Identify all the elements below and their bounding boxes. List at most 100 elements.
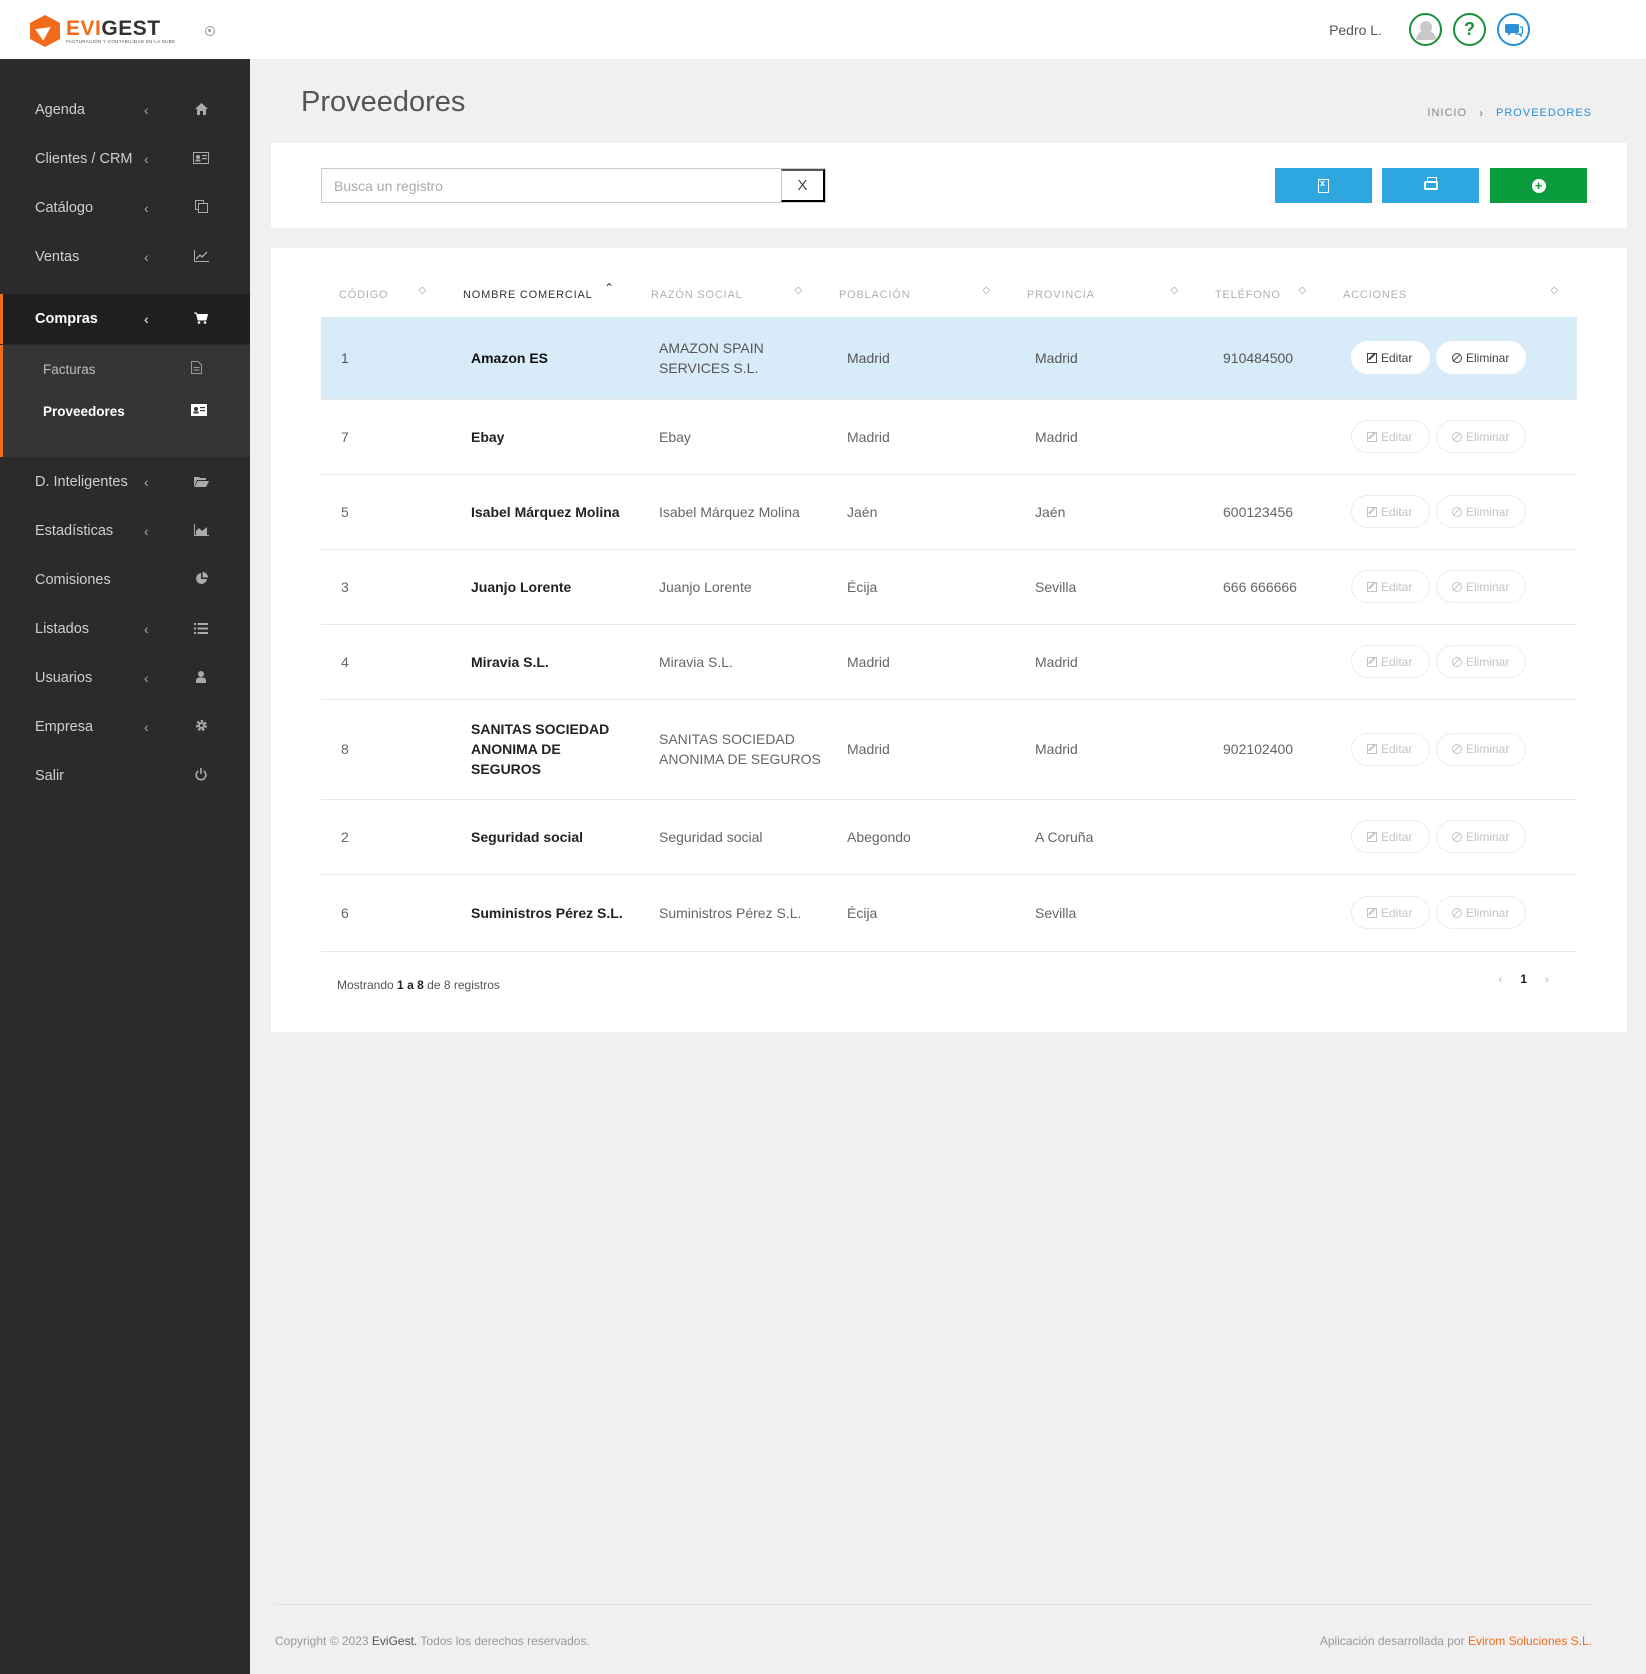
evigest-logo[interactable]: EVIGEST FACTURACIÓN Y CONTABILIDAD EN LA… — [30, 15, 175, 47]
search-clear-button[interactable]: X — [781, 169, 825, 202]
column-header-provincia[interactable]: PROVINCIA ◇ — [1009, 273, 1197, 317]
cell-telefono: 666 666666 — [1197, 549, 1325, 625]
edit-button[interactable]: Editar — [1351, 820, 1430, 853]
delete-button[interactable]: Eliminar — [1436, 570, 1526, 603]
edit-button[interactable]: Editar — [1351, 732, 1430, 766]
pagination-prev-icon[interactable]: ‹ — [1498, 972, 1502, 986]
cart-icon — [192, 312, 210, 327]
delete-button[interactable]: Eliminar — [1436, 495, 1526, 528]
sort-icon: ◇ — [982, 285, 991, 296]
sidebar-item-estadisticas[interactable]: Estadísticas ‹ — [0, 506, 250, 556]
cell-codigo: 8 — [321, 699, 445, 800]
cell-codigo: 3 — [321, 549, 445, 625]
table-row[interactable]: 3 Juanjo Lorente Juanjo Lorente Écija Sevill… — [321, 549, 1577, 625]
cell-nombre-comercial: Miravia S.L. — [445, 624, 633, 700]
sidebar-item-agenda[interactable]: Agenda ‹ — [0, 85, 250, 135]
sidebar-item-empresa[interactable]: Empresa ‹ — [0, 702, 250, 752]
user-name[interactable]: Pedro L. — [1329, 22, 1382, 38]
pagination-page-1[interactable]: 1 — [1520, 972, 1527, 986]
sidebar-item-comisiones[interactable]: Comisiones — [0, 555, 250, 605]
company-link[interactable]: Evirom Soluciones S.L. — [1468, 1634, 1592, 1648]
add-proveedor-button[interactable]: + — [1490, 168, 1587, 203]
help-icon[interactable]: ? — [1453, 13, 1486, 46]
sidebar-item-ventas[interactable]: Ventas ‹ — [0, 232, 250, 282]
table-row[interactable]: 5 Isabel Márquez Molina Isabel Márquez Mol… — [321, 474, 1577, 550]
cell-poblacion: Madrid — [821, 699, 1009, 800]
cell-poblacion: Madrid — [821, 624, 1009, 700]
column-header-nombre-comercial[interactable]: NOMBRE COMERCIAL ⌃ — [445, 273, 633, 317]
sidebar-item-facturas[interactable]: Facturas — [3, 349, 250, 389]
cell-nombre-comercial: Seguridad social — [445, 799, 633, 875]
chevron-left-icon: ‹ — [144, 670, 149, 686]
table-row[interactable]: 8 SANITAS SOCIEDAD ANONIMA DE SEGUROS SANI… — [321, 699, 1577, 800]
delete-button[interactable]: Eliminar — [1436, 341, 1526, 375]
ban-icon — [1452, 831, 1462, 842]
sidebar-item-d-inteligentes[interactable]: D. Inteligentes ‹ — [0, 457, 250, 507]
table-card: CÓDIGO ◇ NOMBRE COMERCIAL ⌃ RAZÓN SOCIAL ◇ … — [271, 248, 1627, 1032]
line-chart-icon — [192, 249, 210, 265]
user-icon — [192, 670, 210, 686]
column-header-poblacion[interactable]: POBLACIÓN ◇ — [821, 273, 1009, 317]
ban-icon — [1452, 506, 1462, 517]
sidebar-toggle-icon[interactable] — [205, 26, 215, 36]
sidebar-item-catalogo[interactable]: Catálogo ‹ — [0, 183, 250, 233]
cell-telefono: 910484500 — [1197, 317, 1325, 400]
cell-provincia: Madrid — [1009, 699, 1197, 800]
table-row[interactable]: 1 Amazon ES AMAZON SPAIN SERVICES S.L. Madr… — [321, 317, 1577, 400]
sidebar-item-listados[interactable]: Listados ‹ — [0, 604, 250, 654]
plus-circle-icon: + — [1531, 178, 1546, 193]
column-header-telefono[interactable]: TELÉFONO ◇ — [1197, 273, 1325, 317]
sidebar-item-proveedores[interactable]: Proveedores — [3, 391, 250, 431]
export-excel-button[interactable] — [1275, 168, 1372, 203]
breadcrumb-home[interactable]: INICIO — [1427, 107, 1467, 119]
chat-icon[interactable] — [1497, 13, 1530, 46]
cell-codigo: 5 — [321, 474, 445, 550]
cell-poblacion: Abegondo — [821, 799, 1009, 875]
sidebar-item-salir[interactable]: Salir — [0, 751, 250, 801]
delete-button[interactable]: Eliminar — [1436, 645, 1526, 678]
table-row[interactable]: 4 Miravia S.L. Miravia S.L. Madrid Madrid Edi… — [321, 624, 1577, 700]
edit-button[interactable]: Editar — [1351, 570, 1430, 603]
delete-button[interactable]: Eliminar — [1436, 420, 1526, 453]
edit-button[interactable]: Editar — [1351, 341, 1430, 375]
sidebar-item-compras[interactable]: Compras ‹ — [0, 294, 250, 344]
delete-button[interactable]: Eliminar — [1436, 820, 1526, 853]
cell-razon-social: Juanjo Lorente — [633, 549, 821, 625]
edit-button[interactable]: Editar — [1351, 495, 1430, 528]
cell-poblacion: Écija — [821, 874, 1009, 952]
cell-provincia: A Coruña — [1009, 799, 1197, 875]
edit-button[interactable]: Editar — [1351, 645, 1430, 678]
gear-icon — [192, 719, 210, 735]
cell-telefono — [1197, 399, 1325, 475]
column-header-razon-social[interactable]: RAZÓN SOCIAL ◇ — [633, 273, 821, 317]
table-header-row: CÓDIGO ◇ NOMBRE COMERCIAL ⌃ RAZÓN SOCIAL ◇ … — [321, 273, 1577, 317]
logo-icon — [30, 15, 60, 47]
chevron-left-icon: ‹ — [144, 151, 149, 167]
records-summary: Mostrando 1 a 8 de 8 registros — [337, 978, 500, 992]
column-header-acciones[interactable]: ACCIONES ◇ — [1325, 273, 1577, 317]
avatar-icon[interactable] — [1409, 13, 1442, 46]
edit-button[interactable]: Editar — [1351, 896, 1430, 929]
print-icon — [1423, 177, 1438, 190]
pagination-next-icon[interactable]: › — [1545, 972, 1549, 986]
table-row[interactable]: 2 Seguridad social Seguridad social Abegond… — [321, 799, 1577, 875]
cell-provincia: Madrid — [1009, 317, 1197, 400]
footer-divider — [275, 1604, 1593, 1605]
sidebar-item-usuarios[interactable]: Usuarios ‹ — [0, 653, 250, 703]
delete-button[interactable]: Eliminar — [1436, 732, 1526, 766]
proveedores-table: CÓDIGO ◇ NOMBRE COMERCIAL ⌃ RAZÓN SOCIAL ◇ … — [321, 273, 1577, 952]
search-input[interactable] — [322, 169, 781, 202]
column-header-codigo[interactable]: CÓDIGO ◇ — [321, 273, 445, 317]
edit-icon — [1367, 352, 1377, 363]
print-button[interactable] — [1382, 168, 1479, 203]
delete-button[interactable]: Eliminar — [1436, 896, 1526, 929]
top-bar: EVIGEST FACTURACIÓN Y CONTABILIDAD EN LA… — [0, 0, 1646, 59]
table-row[interactable]: 7 Ebay Ebay Madrid Madrid Editar Eliminar — [321, 399, 1577, 475]
ban-icon — [1452, 744, 1462, 754]
table-row[interactable]: 6 Suministros Pérez S.L. Suministros Pérez… — [321, 874, 1577, 952]
sort-icon: ◇ — [1550, 285, 1559, 296]
cell-provincia: Sevilla — [1009, 874, 1197, 952]
edit-button[interactable]: Editar — [1351, 420, 1430, 453]
sidebar-item-clientes-crm[interactable]: Clientes / CRM ‹ — [0, 134, 250, 184]
cell-acciones: Editar Eliminar — [1325, 399, 1577, 475]
